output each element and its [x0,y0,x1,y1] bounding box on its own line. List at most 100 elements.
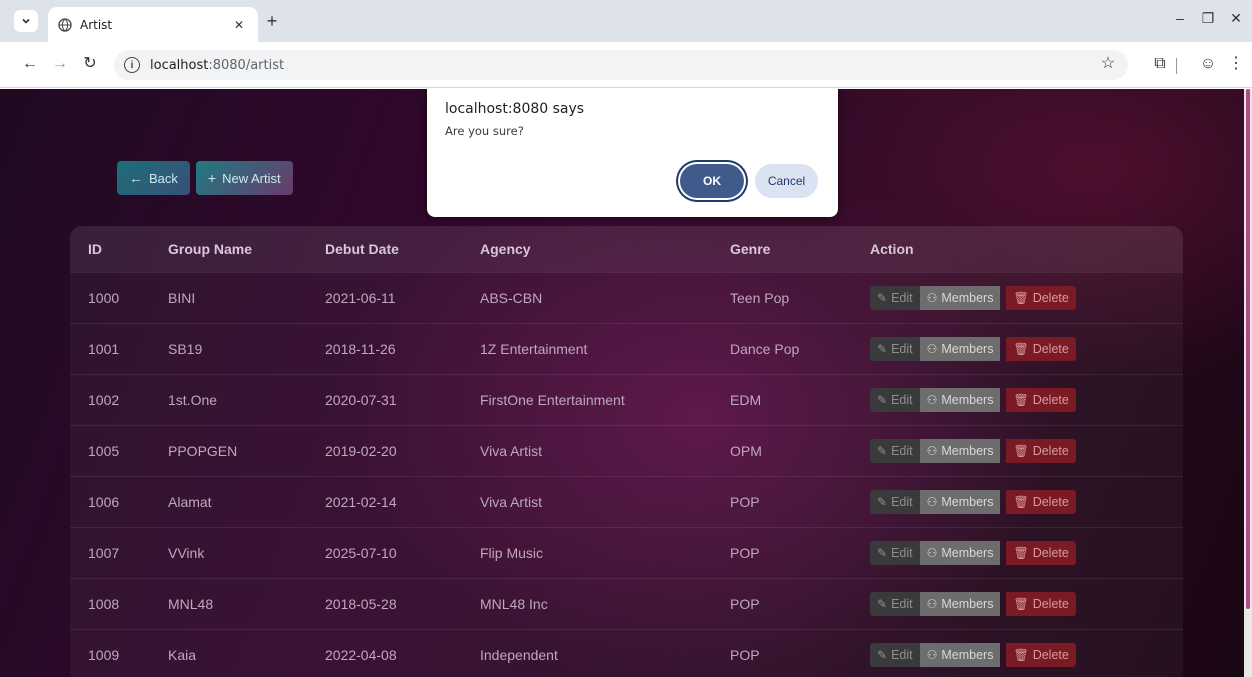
pencil-icon: ✎ [877,393,888,407]
edit-button[interactable]: ✎ Edit [870,388,920,412]
forward-arrow-icon[interactable]: → [50,54,70,74]
trash-icon: 🗑 [1013,648,1029,662]
pencil-icon: ✎ [877,444,888,458]
cell-genre: POP [730,647,760,663]
table-row: 1007 VVink 2025-07-10 Flip Music POP ✎ Edit ⚇ Me… [70,527,1183,578]
reload-icon[interactable]: ↻ [80,54,100,74]
cell-debut-date: 2019-02-20 [325,443,397,459]
edit-button[interactable]: ✎ Edit [870,337,920,361]
delete-button[interactable]: 🗑 Delete [1006,286,1076,310]
cell-id: 1001 [88,341,120,357]
cell-debut-date: 2022-04-08 [325,647,397,663]
cell-agency: Viva Artist [480,494,542,510]
window-close-icon[interactable]: ✕ [1226,10,1246,27]
browser-tab-artist[interactable]: Artist ✕ [48,7,258,42]
cell-actions: ✎ Edit ⚇ Members 🗑 Delete [870,388,1076,412]
members-button[interactable]: ⚇ Members [919,541,1001,565]
header-id: ID [88,241,102,257]
delete-button[interactable]: 🗑 Delete [1006,490,1076,514]
cell-group-name: MNL48 [168,596,214,612]
pencil-icon: ✎ [877,495,888,509]
bookmark-star-icon[interactable]: ☆ [1098,54,1118,74]
delete-button[interactable]: 🗑 Delete [1006,643,1076,667]
edit-button[interactable]: ✎ Edit [870,541,920,565]
trash-icon: 🗑 [1013,495,1029,509]
delete-button[interactable]: 🗑 Delete [1006,541,1076,565]
profile-icon[interactable]: ☺ [1198,54,1218,74]
cell-group-name: Kaia [168,647,197,663]
cell-agency: 1Z Entertainment [480,341,588,357]
cell-genre: EDM [730,392,762,408]
back-arrow-icon[interactable]: ← [20,54,40,74]
info-icon[interactable]: i [124,57,140,73]
people-icon: ⚇ [926,597,938,611]
header-genre: Genre [730,241,771,257]
cell-group-name: VVink [168,545,205,561]
cell-debut-date: 2021-02-14 [325,494,397,510]
people-icon: ⚇ [926,444,938,458]
cell-debut-date: 2021-06-11 [325,290,396,306]
members-button[interactable]: ⚇ Members [919,439,1001,463]
minimize-icon[interactable]: – [1170,10,1190,26]
edit-button[interactable]: ✎ Edit [870,439,920,463]
table-row: 1009 Kaia 2022-04-08 Independent POP ✎ Edit ⚇ Me… [70,629,1183,677]
members-button[interactable]: ⚇ Members [919,490,1001,514]
delete-button[interactable]: 🗑 Delete [1006,592,1076,616]
edit-button[interactable]: ✎ Edit [870,643,920,667]
table-row: 1005 PPOPGEN 2019-02-20 Viva Artist OPM ✎ Edit… [70,425,1183,476]
new-tab-plus-icon[interactable]: + [262,12,282,30]
members-button[interactable]: ⚇ Members [919,286,1001,310]
chevron-down-icon [22,18,30,24]
delete-button[interactable]: 🗑 Delete [1006,439,1076,463]
cell-genre: POP [730,545,760,561]
url-text: localhost:8080/artist [150,57,285,73]
cell-agency: MNL48 Inc [480,596,548,612]
delete-button[interactable]: 🗑 Delete [1006,388,1076,412]
cell-debut-date: 2020-07-31 [325,392,397,408]
back-button[interactable]: ← Back [117,161,190,195]
new-artist-button[interactable]: + New Artist [195,161,293,195]
tab-close-icon[interactable]: ✕ [230,18,248,32]
cell-id: 1009 [88,647,120,663]
left-arrow-icon: ← [129,170,143,186]
plus-icon: + [207,170,217,186]
page-content: ← Back + New Artist ID Group Name Debut … [0,89,1252,677]
extensions-icon[interactable]: ⧉ [1150,54,1170,74]
cell-actions: ✎ Edit ⚇ Members 🗑 Delete [870,592,1076,616]
cell-agency: Independent [480,647,558,663]
members-button[interactable]: ⚇ Members [919,337,1001,361]
dialog-ok-button[interactable]: OK [680,164,744,198]
cell-debut-date: 2025-07-10 [325,545,397,561]
browser-toolbar: ← → ↻ i localhost:8080/artist ☆ ⧉ ☺ ⋮ [0,42,1252,88]
cell-actions: ✎ Edit ⚇ Members 🗑 Delete [870,490,1076,514]
people-icon: ⚇ [926,342,938,356]
edit-button[interactable]: ✎ Edit [870,490,920,514]
more-menu-icon[interactable]: ⋮ [1226,54,1246,74]
cell-id: 1005 [88,443,120,459]
cell-id: 1007 [88,545,120,561]
members-button[interactable]: ⚇ Members [919,388,1001,412]
restore-icon[interactable]: ❐ [1198,10,1218,27]
trash-icon: 🗑 [1013,342,1029,356]
members-button[interactable]: ⚇ Members [919,592,1001,616]
cell-debut-date: 2018-11-26 [325,341,396,357]
edit-button[interactable]: ✎ Edit [870,592,920,616]
action-buttons: ← Back + New Artist [117,161,293,195]
pencil-icon: ✎ [877,291,888,305]
trash-icon: 🗑 [1013,597,1029,611]
edit-button[interactable]: ✎ Edit [870,286,920,310]
artist-table: ID Group Name Debut Date Agency Genre Ac… [70,226,1183,677]
cell-group-name: 1st.One [168,392,218,408]
people-icon: ⚇ [926,546,938,560]
delete-button[interactable]: 🗑 Delete [1006,337,1076,361]
tab-search-button[interactable] [14,10,38,32]
cell-id: 1000 [88,290,120,306]
people-icon: ⚇ [926,495,938,509]
people-icon: ⚇ [926,648,938,662]
table-row: 1002 1st.One 2020-07-31 FirstOne Entertainm… [70,374,1183,425]
dialog-cancel-button[interactable]: Cancel [755,164,818,198]
globe-icon [58,17,72,32]
address-bar[interactable]: i localhost:8080/artist [114,50,1128,80]
page-scrollbar[interactable] [1244,89,1252,677]
members-button[interactable]: ⚇ Members [919,643,1001,667]
